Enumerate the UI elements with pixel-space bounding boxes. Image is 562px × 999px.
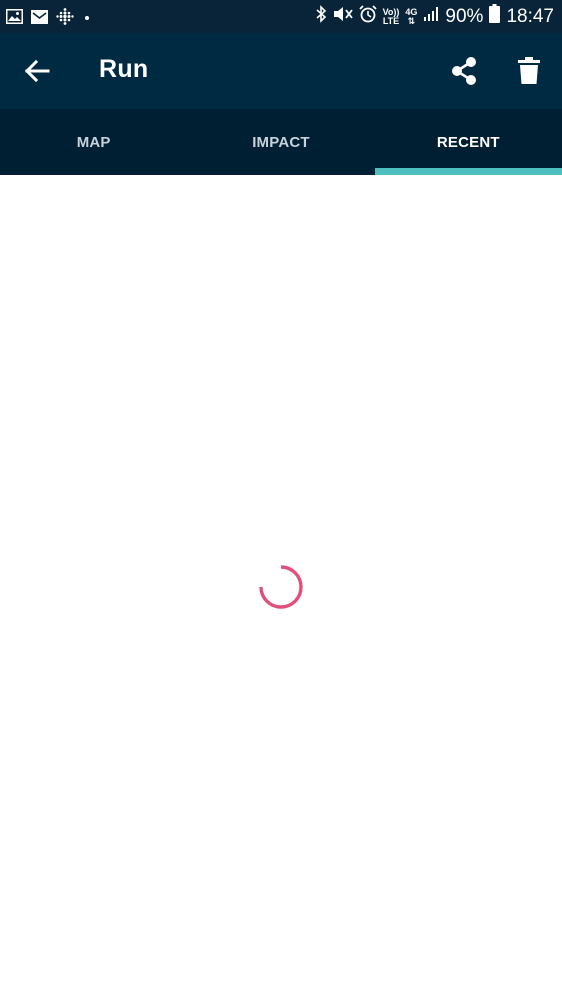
system-status-icons: Vo)) LTE 4G ⇅ 90% 18:47 [315, 4, 554, 29]
mute-icon [333, 5, 353, 29]
signal-icon [423, 6, 439, 28]
fitbit-icon [56, 8, 74, 30]
bluetooth-icon [315, 4, 327, 29]
tab-recent[interactable]: RECENT [374, 109, 562, 175]
back-button[interactable] [18, 53, 56, 89]
loading-spinner-icon [259, 565, 303, 609]
trash-icon [518, 57, 540, 84]
tab-impact[interactable]: IMPACT [187, 109, 374, 175]
tab-bar: MAP IMPACT RECENT [0, 109, 562, 175]
page-title: Run [99, 55, 149, 83]
status-bar: Vo)) LTE 4G ⇅ 90% 18:47 [0, 0, 562, 33]
delete-button[interactable] [513, 53, 545, 89]
arrow-left-icon [24, 59, 50, 83]
battery-icon [489, 4, 501, 29]
tab-map[interactable]: MAP [0, 109, 187, 175]
clock-time: 18:47 [506, 5, 554, 27]
battery-percent: 90% [445, 5, 484, 27]
alarm-icon [358, 4, 377, 29]
gallery-icon [6, 9, 23, 29]
share-icon [452, 57, 476, 85]
notification-icons [6, 8, 92, 30]
recent-content-area [0, 175, 562, 999]
network-type-indicator: 4G ⇅ [405, 6, 418, 26]
more-notifications-dot-icon [82, 10, 92, 28]
mail-icon [31, 9, 48, 29]
volte-indicator: Vo)) LTE [382, 7, 400, 26]
share-button[interactable] [447, 53, 481, 89]
lte-label: LTE [382, 15, 400, 26]
app-bar: Run [0, 33, 562, 109]
